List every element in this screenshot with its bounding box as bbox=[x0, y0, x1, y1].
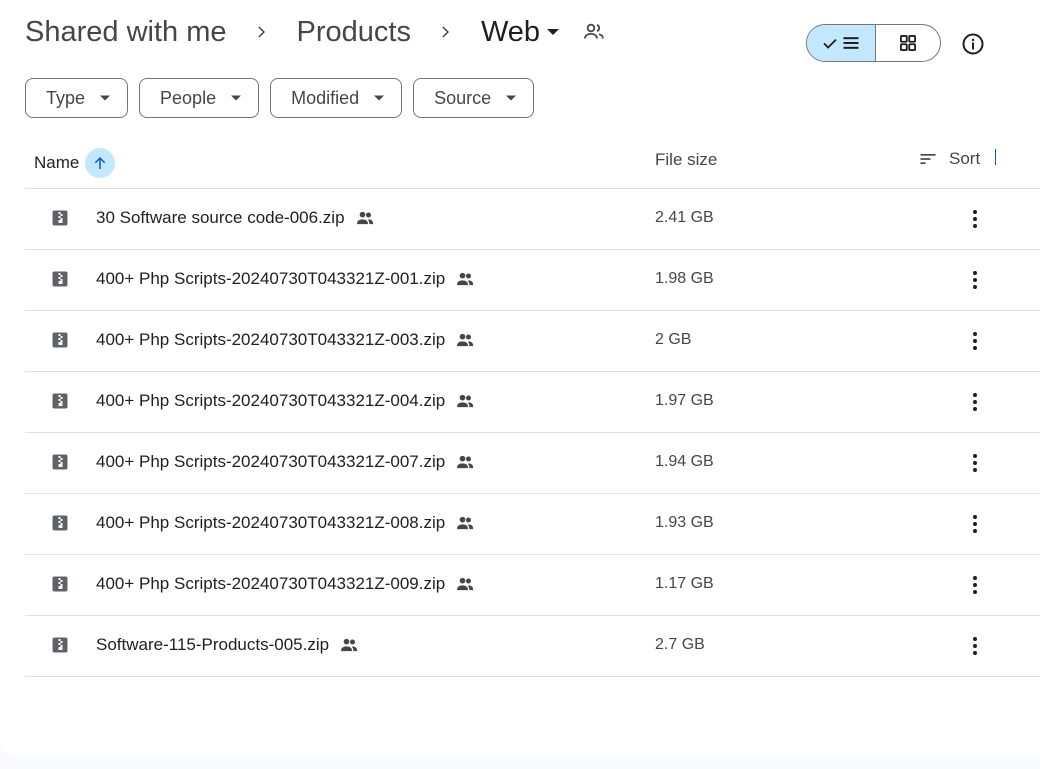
chevron-right-icon bbox=[227, 23, 297, 41]
dropdown-arrow-icon bbox=[100, 95, 111, 101]
info-icon[interactable] bbox=[960, 31, 986, 57]
table-row[interactable]: 400+ Php Scripts-20240730T043321Z-007.zi… bbox=[25, 433, 1040, 494]
zip-file-icon bbox=[52, 637, 68, 653]
zip-file-icon bbox=[52, 515, 68, 531]
grid-view-icon bbox=[900, 35, 916, 52]
chip-label: Type bbox=[46, 87, 86, 108]
sort-ascending-icon[interactable] bbox=[85, 148, 116, 178]
breadcrumb-current-folder[interactable]: Web bbox=[481, 16, 540, 49]
file-size: 1.17 GB bbox=[655, 575, 714, 592]
chip-label: People bbox=[160, 87, 217, 108]
chevron-right-icon bbox=[411, 23, 481, 41]
file-name-cell: 400+ Php Scripts-20240730T043321Z-009.zi… bbox=[96, 574, 475, 594]
chip-label: Modified bbox=[291, 87, 360, 108]
zip-file-icon bbox=[52, 454, 68, 470]
file-size: 1.94 GB bbox=[655, 453, 714, 470]
filter-people-chip[interactable]: People bbox=[139, 78, 260, 118]
file-name: 400+ Php Scripts-20240730T043321Z-003.zi… bbox=[96, 330, 446, 349]
file-name: Software-115-Products-005.zip bbox=[96, 635, 330, 654]
table-row[interactable]: 400+ Php Scripts-20240730T043321Z-009.zi… bbox=[25, 555, 1040, 616]
column-header-name-label: Name bbox=[34, 153, 80, 172]
file-name: 400+ Php Scripts-20240730T043321Z-001.zi… bbox=[96, 269, 446, 288]
table-row[interactable]: 400+ Php Scripts-20240730T043321Z-008.zi… bbox=[25, 494, 1040, 555]
list-view-button[interactable] bbox=[807, 25, 876, 61]
file-name: 400+ Php Scripts-20240730T043321Z-008.zi… bbox=[96, 513, 446, 532]
people-icon bbox=[455, 513, 475, 533]
more-vert-icon[interactable] bbox=[963, 510, 987, 538]
file-name-cell: 400+ Php Scripts-20240730T043321Z-004.zi… bbox=[96, 391, 475, 411]
zip-file-icon bbox=[52, 332, 68, 348]
folder-menu-caret-icon[interactable] bbox=[546, 27, 560, 37]
chip-label: Source bbox=[434, 87, 492, 108]
file-name: 400+ Php Scripts-20240730T043321Z-007.zi… bbox=[96, 452, 446, 471]
more-vert-icon[interactable] bbox=[963, 205, 987, 233]
breadcrumb: Shared with me Products Web bbox=[25, 12, 606, 52]
more-vert-icon[interactable] bbox=[963, 388, 987, 416]
filter-type-chip[interactable]: Type bbox=[25, 78, 129, 118]
dropdown-arrow-icon bbox=[231, 95, 242, 101]
file-name-cell: 400+ Php Scripts-20240730T043321Z-007.zi… bbox=[96, 452, 475, 472]
file-name-cell: 400+ Php Scripts-20240730T043321Z-001.zi… bbox=[96, 269, 475, 289]
sort-icon bbox=[920, 154, 936, 164]
people-icon bbox=[339, 635, 359, 655]
people-icon bbox=[455, 574, 475, 594]
more-vert-icon[interactable] bbox=[963, 632, 987, 660]
file-name: 400+ Php Scripts-20240730T043321Z-009.zi… bbox=[96, 574, 446, 593]
sort-button[interactable]: Sort bbox=[918, 148, 980, 170]
file-name-cell: 400+ Php Scripts-20240730T043321Z-003.zi… bbox=[96, 330, 475, 350]
file-size: 2 GB bbox=[655, 331, 692, 348]
people-icon bbox=[455, 330, 475, 350]
more-vert-icon[interactable] bbox=[963, 571, 987, 599]
table-row[interactable]: 30 Software source code-006.zip 2.41 GB bbox=[25, 189, 1040, 250]
file-list: 30 Software source code-006.zip 2.41 GB bbox=[25, 189, 1040, 677]
sort-label: Sort bbox=[949, 149, 981, 168]
file-name-cell: Software-115-Products-005.zip bbox=[96, 635, 359, 655]
grid-view-button[interactable] bbox=[876, 25, 940, 61]
more-vert-icon[interactable] bbox=[963, 266, 987, 294]
table-row[interactable]: 400+ Php Scripts-20240730T043321Z-004.zi… bbox=[25, 372, 1040, 433]
table-row[interactable]: Software-115-Products-005.zip 2.7 GB bbox=[25, 616, 1040, 677]
column-header-name[interactable]: Name bbox=[34, 148, 116, 178]
file-name: 30 Software source code-006.zip bbox=[96, 208, 345, 227]
breadcrumb-products[interactable]: Products bbox=[297, 16, 411, 49]
dropdown-arrow-icon bbox=[506, 95, 517, 101]
people-icon bbox=[455, 452, 475, 472]
zip-file-icon bbox=[52, 210, 68, 226]
more-vert-icon[interactable] bbox=[963, 327, 987, 355]
file-size: 1.93 GB bbox=[655, 514, 714, 531]
filter-source-chip[interactable]: Source bbox=[413, 78, 535, 118]
view-toggle bbox=[806, 24, 941, 62]
table-header: Name File size Sort bbox=[25, 138, 1040, 189]
table-row[interactable]: 400+ Php Scripts-20240730T043321Z-001.zi… bbox=[25, 250, 1040, 311]
more-vert-icon[interactable] bbox=[963, 449, 987, 477]
file-name-cell: 30 Software source code-006.zip bbox=[96, 208, 375, 228]
dropdown-arrow-icon bbox=[374, 95, 385, 101]
file-size: 2.41 GB bbox=[655, 209, 714, 226]
file-size: 1.97 GB bbox=[655, 392, 714, 409]
zip-file-icon bbox=[52, 393, 68, 409]
column-header-file-size[interactable]: File size bbox=[655, 150, 717, 170]
check-icon bbox=[823, 38, 837, 49]
file-size: 1.98 GB bbox=[655, 270, 714, 287]
table-row[interactable]: 400+ Php Scripts-20240730T043321Z-003.zi… bbox=[25, 311, 1040, 372]
file-browser-panel: Shared with me Products Web Type People … bbox=[0, 0, 1040, 757]
zip-file-icon bbox=[52, 576, 68, 592]
list-view-icon bbox=[843, 37, 859, 49]
file-size: 2.7 GB bbox=[655, 636, 705, 653]
breadcrumb-shared-with-me[interactable]: Shared with me bbox=[25, 16, 227, 49]
file-name: 400+ Php Scripts-20240730T043321Z-004.zi… bbox=[96, 391, 446, 410]
manage-access-icon[interactable] bbox=[582, 20, 606, 44]
column-resize-handle[interactable] bbox=[995, 149, 996, 165]
people-icon bbox=[455, 391, 475, 411]
zip-file-icon bbox=[52, 271, 68, 287]
file-name-cell: 400+ Php Scripts-20240730T043321Z-008.zi… bbox=[96, 513, 475, 533]
filter-chips: Type People Modified Source bbox=[25, 78, 535, 118]
filter-modified-chip[interactable]: Modified bbox=[270, 78, 403, 118]
people-icon bbox=[455, 269, 475, 289]
people-icon bbox=[355, 208, 375, 228]
